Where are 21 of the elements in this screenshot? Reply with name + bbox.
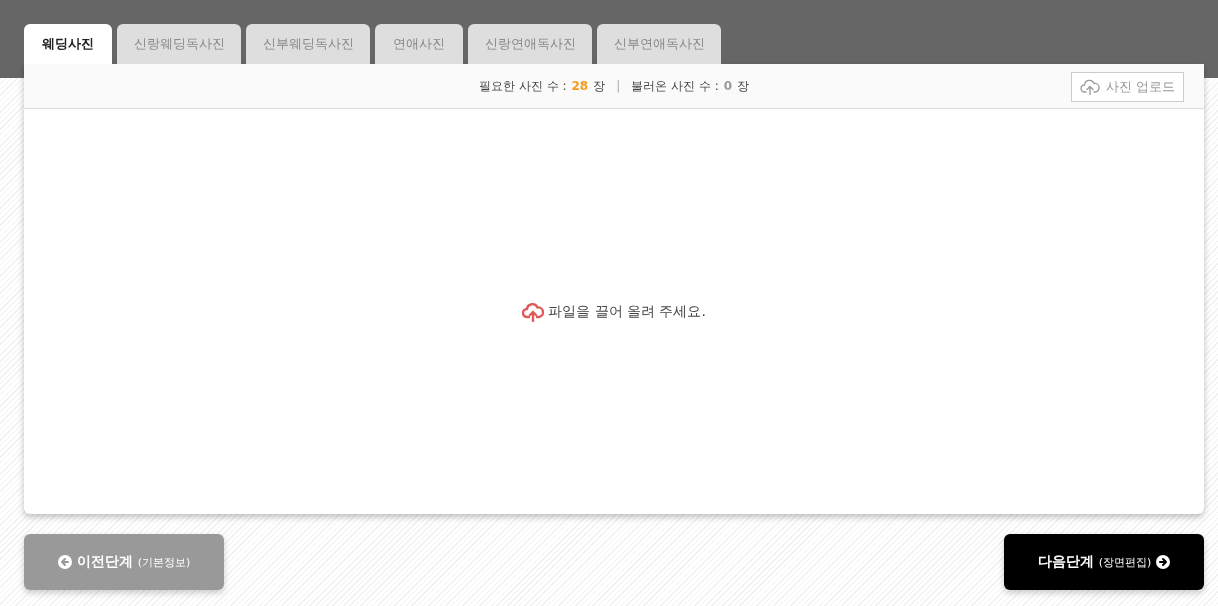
stat-unit: 장: [593, 77, 606, 95]
cloud-upload-icon: [522, 301, 545, 322]
stat-count: 0: [723, 79, 733, 93]
tab[interactable]: 신랑연애독사진: [468, 24, 592, 64]
stat-label: 필요한 사진 수 :: [478, 77, 567, 95]
arrow-left-circle-icon: [57, 555, 72, 569]
cloud-upload-icon: [1079, 78, 1100, 96]
previous-step-button[interactable]: 이전단계 (기본정보): [24, 534, 224, 590]
stat-unit: 장: [737, 77, 750, 95]
tab[interactable]: 신랑웨딩독사진: [117, 24, 241, 64]
drop-hint: 파일을 끌어 올려 주세요.: [548, 302, 706, 321]
stat-label: 불러온 사진 수 :: [631, 77, 719, 95]
next-step-button[interactable]: 다음단계 (장면편집): [1004, 534, 1204, 590]
tab[interactable]: 연애사진: [375, 24, 463, 64]
upload-button[interactable]: 사진 업로드: [1070, 72, 1184, 102]
tab[interactable]: 신부연애독사진: [597, 24, 721, 64]
separator: |: [616, 79, 621, 93]
arrow-right-circle-icon: [1156, 555, 1171, 569]
tab[interactable]: 웨딩사진: [24, 24, 112, 64]
tab[interactable]: 신부웨딩독사진: [246, 24, 370, 64]
stat-count: 28: [571, 79, 589, 93]
